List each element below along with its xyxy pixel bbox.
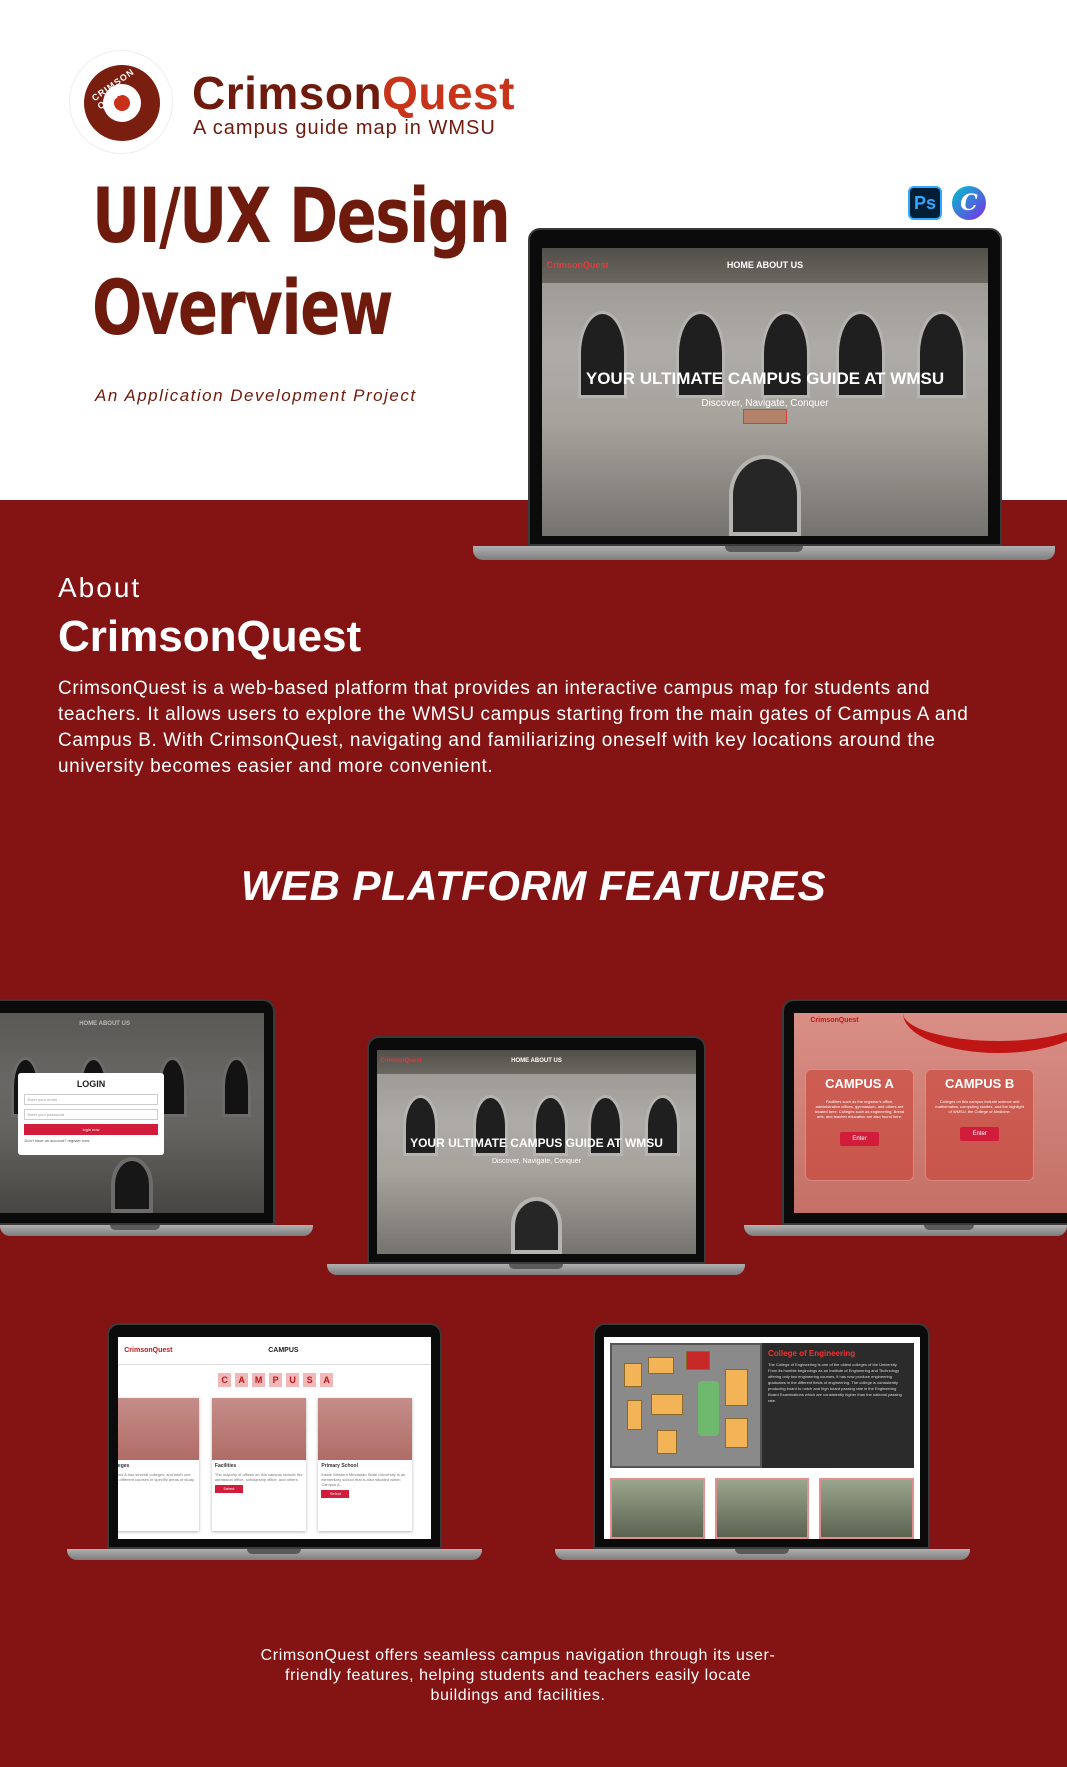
nav-links[interactable]: HOME ABOUT US: [727, 260, 803, 270]
primary-school-card[interactable]: Primary School Inside Western Mindanao S…: [318, 1397, 413, 1531]
home-laptop-mockup: CrimsonQuest HOME ABOUT US YOUR ULTIMATE …: [327, 1036, 745, 1276]
page-subtitle: An Application Development Project: [95, 386, 417, 405]
brand-tagline: A campus guide map in WMSU: [193, 117, 496, 139]
crimsonquest-logo: CRIMSON QUEST: [69, 50, 173, 154]
building-photo[interactable]: [714, 1478, 810, 1539]
hero-screen: CrimsonQuest HOME ABOUT US YOUR ULTIMATE …: [542, 248, 988, 536]
enter-campus-a-button[interactable]: Enter: [840, 1132, 879, 1146]
login-button[interactable]: login now: [24, 1124, 158, 1135]
home-screen: CrimsonQuest HOME ABOUT US YOUR ULTIMATE …: [377, 1050, 696, 1254]
photoshop-icon: Ps: [908, 186, 942, 220]
brand-name: CrimsonQuest: [192, 67, 515, 119]
college-title: College of Engineering: [768, 1349, 856, 1359]
hero-heading: YOUR ULTIMATE CAMPUS GUIDE AT WMSU: [585, 368, 945, 388]
footer-text: CrimsonQuest offers seamless campus navi…: [260, 1647, 776, 1704]
campus-a-card[interactable]: CAMPUS A Facilities such as the registra…: [804, 1069, 915, 1181]
building-photo[interactable]: [818, 1478, 914, 1539]
building-photo[interactable]: [610, 1478, 706, 1539]
enter-campus-b-button[interactable]: Enter: [960, 1127, 999, 1141]
home-subheading: Discover, Navigate, Conquer: [491, 1158, 582, 1166]
about-label: About: [58, 572, 142, 603]
email-field[interactable]: Enter your email: [24, 1094, 158, 1105]
campus-map[interactable]: [610, 1343, 762, 1469]
campus-list-laptop-mockup: CrimsonQuest CAMPUS CAMPUSA Colleges Cam…: [67, 1323, 482, 1561]
login-nav-links[interactable]: HOME ABOUT US: [0, 1021, 264, 1027]
college-info-panel: College of Engineering The College of En…: [762, 1343, 914, 1469]
facilities-card[interactable]: Facilities The majority of offices on th…: [211, 1397, 306, 1531]
about-title: CrimsonQuest: [58, 612, 362, 661]
about-description: CrimsonQuest is a web-based platform tha…: [58, 678, 969, 777]
campus-b-card[interactable]: CAMPUS B Colleges on this campus include…: [925, 1069, 1035, 1181]
colleges-card[interactable]: Colleges Campus A has several colleges, …: [118, 1397, 200, 1531]
campus-list-brand[interactable]: CrimsonQuest: [124, 1347, 172, 1354]
campus-a-title: CAMPUSA: [218, 1373, 334, 1388]
home-nav-brand[interactable]: CrimsonQuest: [380, 1058, 421, 1064]
canva-icon: C: [952, 186, 986, 220]
campus-select-screen: CrimsonQuest CAMPUS A Facilities such as…: [794, 1013, 1067, 1213]
campus-select-laptop-mockup: CrimsonQuest CAMPUS A Facilities such as…: [744, 999, 1067, 1237]
college-description: The College of Engineering is one of the…: [768, 1362, 902, 1404]
home-heading: YOUR ULTIMATE CAMPUS GUIDE AT WMSU: [410, 1135, 663, 1150]
select-facilities-button[interactable]: Select: [214, 1485, 244, 1494]
nav-brand[interactable]: CrimsonQuest: [546, 260, 608, 270]
campus-select-brand[interactable]: CrimsonQuest: [810, 1017, 858, 1024]
map-laptop-mockup: College of Engineering The College of En…: [555, 1323, 970, 1561]
campus-nav[interactable]: CAMPUS: [268, 1347, 298, 1354]
map-screen: College of Engineering The College of En…: [604, 1337, 920, 1539]
login-title: LOGIN: [76, 1079, 106, 1089]
campus-list-screen: CrimsonQuest CAMPUS CAMPUSA Colleges Cam…: [118, 1337, 431, 1539]
hero-button[interactable]: [742, 409, 788, 424]
password-field[interactable]: Enter your password: [24, 1109, 158, 1120]
hero-laptop-mockup: CrimsonQuest HOME ABOUT US YOUR ULTIMATE …: [473, 228, 1055, 562]
login-modal: LOGIN Enter your email Enter your passwo…: [18, 1073, 164, 1155]
page: CRIMSON QUEST CrimsonQuest A campus guid…: [0, 0, 1067, 1767]
login-laptop-mockup: HOME ABOUT US LOGIN Enter your email Ent…: [0, 999, 313, 1237]
hero-subheading: Discover, Navigate, Conquer: [701, 397, 829, 409]
features-heading: WEB PLATFORM FEATURES: [240, 862, 827, 909]
register-link[interactable]: Don't have an account? register now: [24, 1138, 157, 1143]
select-primary-school-button[interactable]: Select: [321, 1490, 350, 1499]
login-screen: HOME ABOUT US LOGIN Enter your email Ent…: [0, 1013, 264, 1213]
page-title: UI/UX Design Overview: [92, 171, 511, 352]
home-nav-links[interactable]: HOME ABOUT US: [511, 1058, 562, 1064]
